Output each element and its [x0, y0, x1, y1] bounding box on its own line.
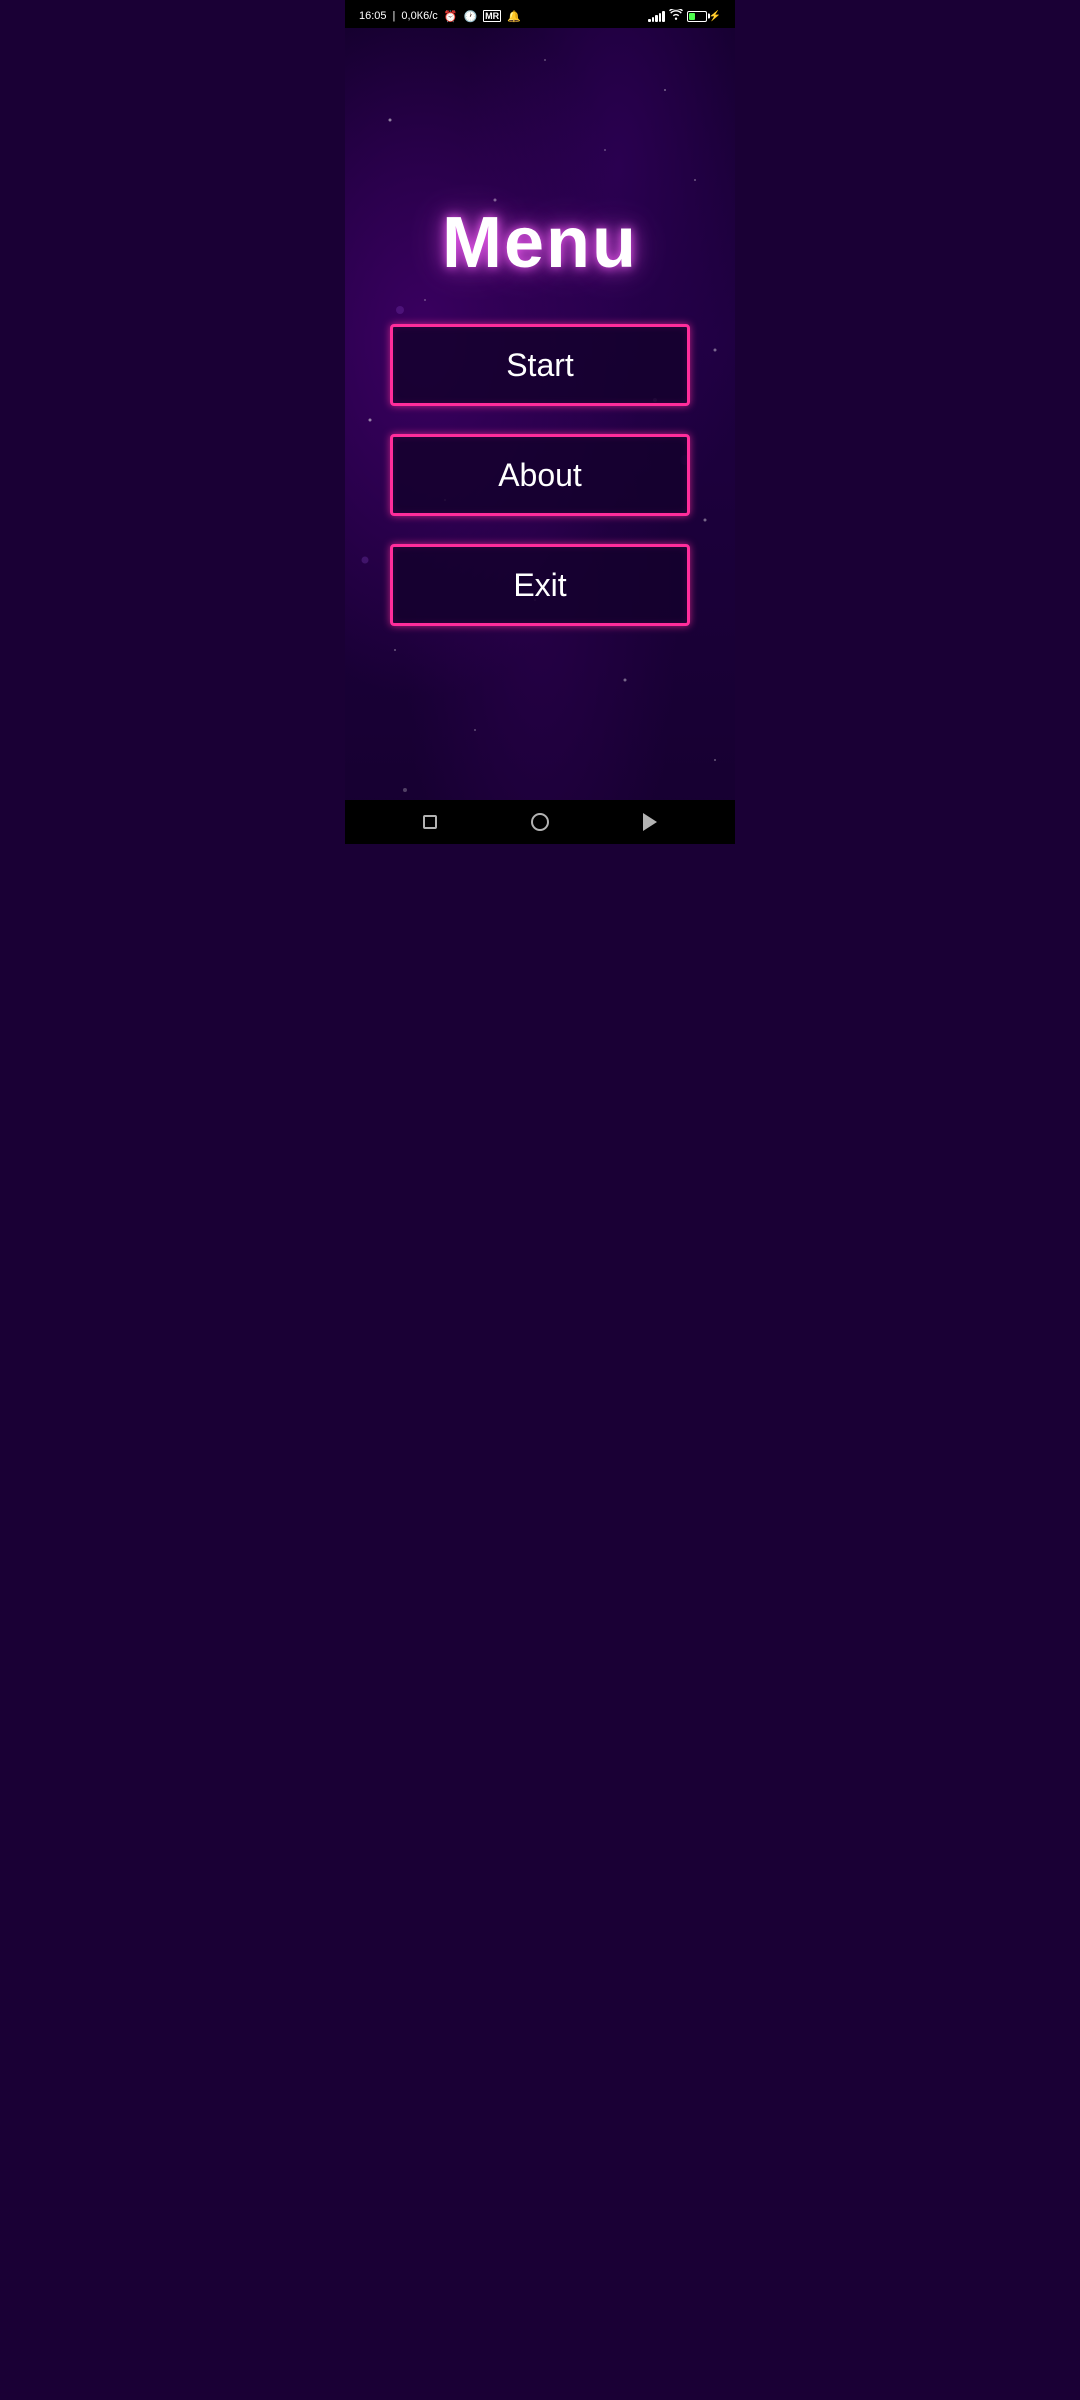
- signal-bar-1: [648, 19, 651, 22]
- status-bar: 16:05 | 0,0К6/с ⏰ 🕐 MR 🔔: [345, 0, 735, 28]
- signal-bar-3: [655, 15, 658, 22]
- home-button[interactable]: [526, 808, 554, 836]
- battery-icon: [687, 11, 707, 22]
- signal-bars: [648, 10, 665, 22]
- main-content: Menu Start About Exit: [345, 28, 735, 800]
- signal-bar-4: [659, 13, 662, 22]
- back-button[interactable]: [636, 808, 664, 836]
- mr-badge: MR: [483, 10, 501, 22]
- battery-container: ⚡: [687, 11, 721, 22]
- wifi-icon: [669, 9, 683, 23]
- charging-icon: ⚡: [709, 11, 721, 22]
- about-button[interactable]: About: [390, 434, 690, 516]
- clock-icon: 🕐: [463, 10, 477, 23]
- start-button[interactable]: Start: [390, 324, 690, 406]
- buttons-container: Start About Exit: [365, 324, 715, 626]
- battery-fill: [689, 13, 695, 20]
- nav-bar: [345, 800, 735, 844]
- home-icon: [531, 813, 549, 831]
- status-right: ⚡: [648, 9, 721, 23]
- status-left: 16:05 | 0,0К6/с ⏰ 🕐 MR 🔔: [359, 10, 521, 23]
- signal-bar-2: [652, 17, 655, 22]
- alarm-icon: ⏰: [444, 10, 458, 23]
- recent-apps-button[interactable]: [416, 808, 444, 836]
- signal-bar-5: [662, 11, 665, 22]
- back-icon: [643, 813, 657, 831]
- status-separator: |: [393, 10, 396, 22]
- recent-apps-icon: [423, 815, 437, 829]
- notification-icon: 🔔: [507, 10, 521, 23]
- status-time: 16:05: [359, 10, 387, 22]
- menu-title: Menu: [442, 202, 638, 284]
- exit-button[interactable]: Exit: [390, 544, 690, 626]
- status-data-speed: 0,0К6/с: [401, 10, 437, 22]
